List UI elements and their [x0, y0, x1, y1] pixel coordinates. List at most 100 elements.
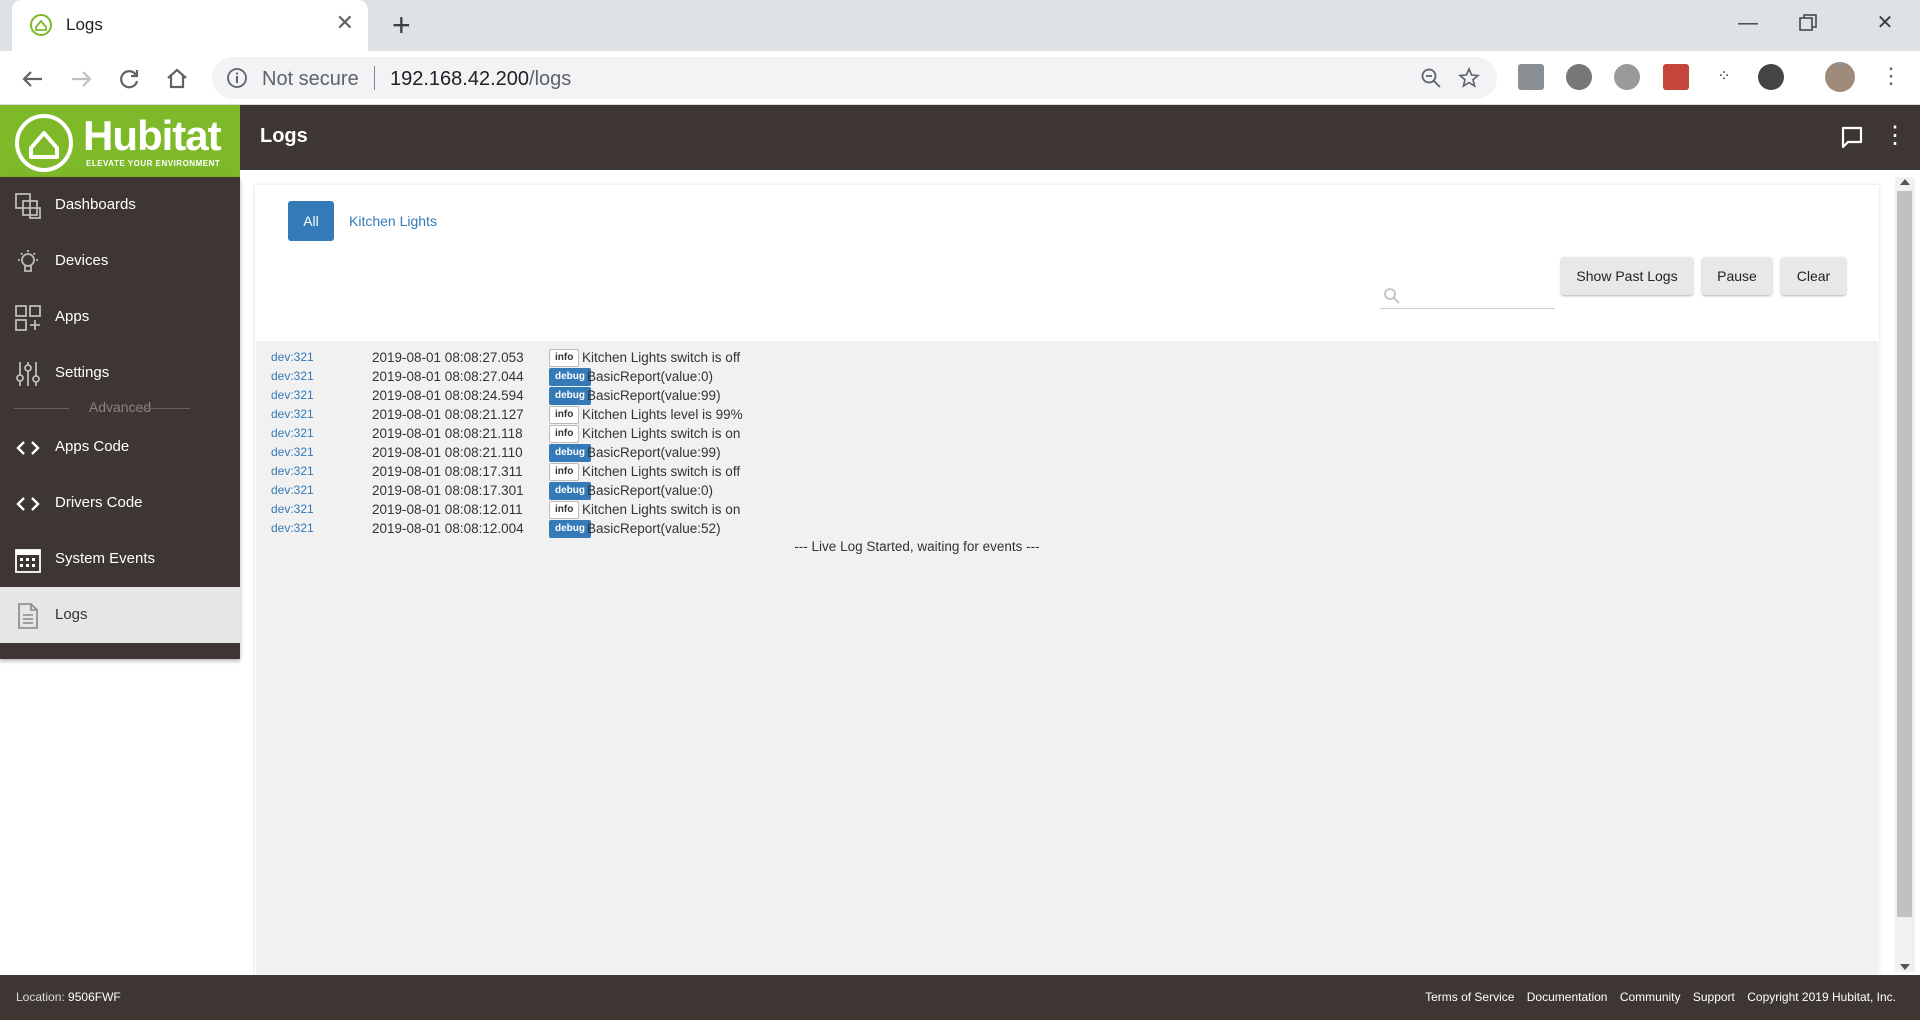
scrollbar-thumb[interactable] — [1897, 191, 1912, 917]
lightbulb-icon — [18, 250, 38, 272]
browser-tab[interactable]: Logs ✕ — [12, 0, 368, 51]
log-search — [1380, 279, 1555, 309]
extension-reel-icon[interactable] — [1566, 64, 1592, 90]
minimize-icon[interactable]: — — [1728, 8, 1768, 38]
search-input[interactable] — [1406, 283, 1551, 305]
community-link[interactable]: Community — [1620, 990, 1681, 1004]
scroll-down-icon[interactable] — [1900, 964, 1910, 970]
log-device-link[interactable]: dev:321 — [271, 424, 314, 443]
sliders-icon — [16, 362, 40, 386]
reload-icon[interactable] — [114, 64, 144, 94]
browser-tabstrip: Logs ✕ + — ✕ — [0, 0, 1920, 51]
calendar-icon — [15, 549, 41, 573]
log-timestamp: 2019-08-01 08:08:12.011 — [372, 502, 523, 517]
back-icon[interactable] — [18, 64, 48, 94]
code-icon — [16, 441, 40, 455]
new-tab-icon[interactable]: + — [392, 9, 411, 41]
hubitat-favicon-icon — [30, 14, 52, 36]
address-divider — [374, 66, 375, 90]
extension-circle-icon[interactable] — [1614, 64, 1640, 90]
clear-button[interactable]: Clear — [1781, 257, 1846, 295]
sidebar-item-system-events[interactable]: System Events — [0, 531, 240, 587]
address-bar[interactable]: Not secure 192.168.42.200/logs — [212, 57, 1497, 99]
brand-name: Hubitat — [83, 112, 222, 159]
log-level-badge: info — [549, 463, 580, 481]
location-label: Location: — [16, 990, 65, 1004]
page-scrollbar[interactable] — [1895, 177, 1915, 972]
log-message: Kitchen Lights switch is off — [582, 464, 741, 479]
log-device-link[interactable]: dev:321 — [271, 500, 314, 519]
document-icon — [18, 603, 38, 629]
log-level-badge: info — [549, 501, 580, 519]
advanced-section-label: Advanced — [0, 399, 240, 419]
zoom-out-icon[interactable] — [1420, 67, 1442, 89]
info-icon[interactable] — [226, 67, 248, 89]
log-level-badge: debug — [549, 444, 591, 462]
support-link[interactable]: Support — [1693, 990, 1735, 1004]
sidebar-item-drivers-code[interactable]: Drivers Code — [0, 475, 240, 531]
code-icon — [16, 497, 40, 511]
scroll-up-icon[interactable] — [1900, 179, 1910, 185]
extension-spheres-icon[interactable] — [1758, 64, 1784, 90]
log-device-link[interactable]: dev:321 — [271, 405, 314, 424]
sidebar-item-dashboards[interactable]: Dashboards — [0, 177, 240, 233]
filter-all-button[interactable]: All — [288, 201, 334, 241]
log-timestamp: 2019-08-01 08:08:24.594 — [372, 388, 524, 403]
browser-menu-icon[interactable]: ⋮ — [1880, 63, 1902, 89]
log-message: Kitchen Lights switch is off — [582, 350, 741, 365]
log-device-link[interactable]: dev:321 — [271, 386, 314, 405]
log-device-link[interactable]: dev:321 — [271, 443, 314, 462]
home-icon[interactable] — [162, 64, 192, 94]
sidebar-item-label: Devices — [55, 252, 109, 269]
log-timestamp: 2019-08-01 08:08:21.110 — [372, 445, 523, 460]
log-device-link[interactable]: dev:321 — [271, 481, 314, 500]
sidebar-item-label: Settings — [55, 364, 110, 381]
log-timestamp: 2019-08-01 08:08:21.127 — [372, 407, 524, 422]
sidebar-item-devices[interactable]: Devices — [0, 233, 240, 289]
log-level-badge: debug — [549, 387, 591, 405]
live-log-status: --- Live Log Started, waiting for events… — [794, 539, 1040, 554]
sidebar-item-label: System Events — [55, 550, 156, 567]
show-past-logs-button[interactable]: Show Past Logs — [1561, 257, 1693, 295]
window-close-icon[interactable]: ✕ — [1865, 8, 1905, 38]
log-level-badge: info — [549, 406, 580, 424]
chat-icon[interactable] — [1838, 123, 1866, 151]
log-device-link[interactable]: dev:321 — [271, 462, 314, 481]
sidebar-item-settings[interactable]: Settings — [0, 345, 240, 401]
app-menu-icon[interactable]: ⋮ — [1883, 121, 1907, 150]
bookmark-star-icon[interactable] — [1458, 67, 1480, 89]
footer-links: Terms of Service Documentation Community… — [1416, 990, 1896, 1004]
tab-close-icon[interactable]: ✕ — [336, 12, 354, 34]
extension-pdf-icon[interactable] — [1663, 64, 1689, 90]
log-message: BasicReport(value:52) — [587, 521, 721, 536]
hubitat-logo[interactable]: Hubitat ELEVATE YOUR ENVIRONMENT — [0, 105, 240, 177]
location-info: Location: 9506FWF — [16, 990, 121, 1004]
pause-button[interactable]: Pause — [1702, 257, 1772, 295]
hubitat-logo-icon — [15, 114, 73, 172]
log-device-link[interactable]: dev:321 — [271, 367, 314, 386]
log-device-link[interactable]: dev:321 — [271, 519, 314, 538]
log-timestamp: 2019-08-01 08:08:12.004 — [372, 521, 524, 536]
sidebar-item-apps-code[interactable]: Apps Code — [0, 419, 240, 475]
log-level-badge: debug — [549, 482, 591, 500]
filter-kitchen-lights-link[interactable]: Kitchen Lights — [349, 213, 437, 229]
terms-link[interactable]: Terms of Service — [1425, 990, 1514, 1004]
restore-icon[interactable] — [1796, 13, 1820, 33]
url-host: 192.168.42.200 — [390, 68, 530, 90]
page-title: Logs — [260, 125, 308, 147]
log-message: Kitchen Lights switch is on — [582, 426, 741, 441]
sidebar-item-logs[interactable]: Logs — [0, 587, 240, 643]
forward-icon[interactable] — [66, 64, 96, 94]
log-list: dev:321 2019-08-01 08:08:27.053 info Kitche… — [256, 341, 1878, 975]
url-text[interactable]: 192.168.42.200/logs — [390, 68, 571, 91]
log-message: BasicReport(value:99) — [587, 388, 721, 403]
extension-dots-icon[interactable]: ⁘ — [1711, 64, 1737, 90]
profile-avatar[interactable] — [1825, 62, 1855, 92]
sidebar-item-apps[interactable]: Apps — [0, 289, 240, 345]
search-icon — [1384, 288, 1400, 304]
documentation-link[interactable]: Documentation — [1527, 990, 1608, 1004]
log-device-link[interactable]: dev:321 — [271, 348, 314, 367]
log-timestamp: 2019-08-01 08:08:21.118 — [372, 426, 523, 441]
extension-chart-icon[interactable] — [1518, 64, 1544, 90]
app-header: Hubitat ELEVATE YOUR ENVIRONMENT Logs ⋮ — [0, 105, 1920, 177]
